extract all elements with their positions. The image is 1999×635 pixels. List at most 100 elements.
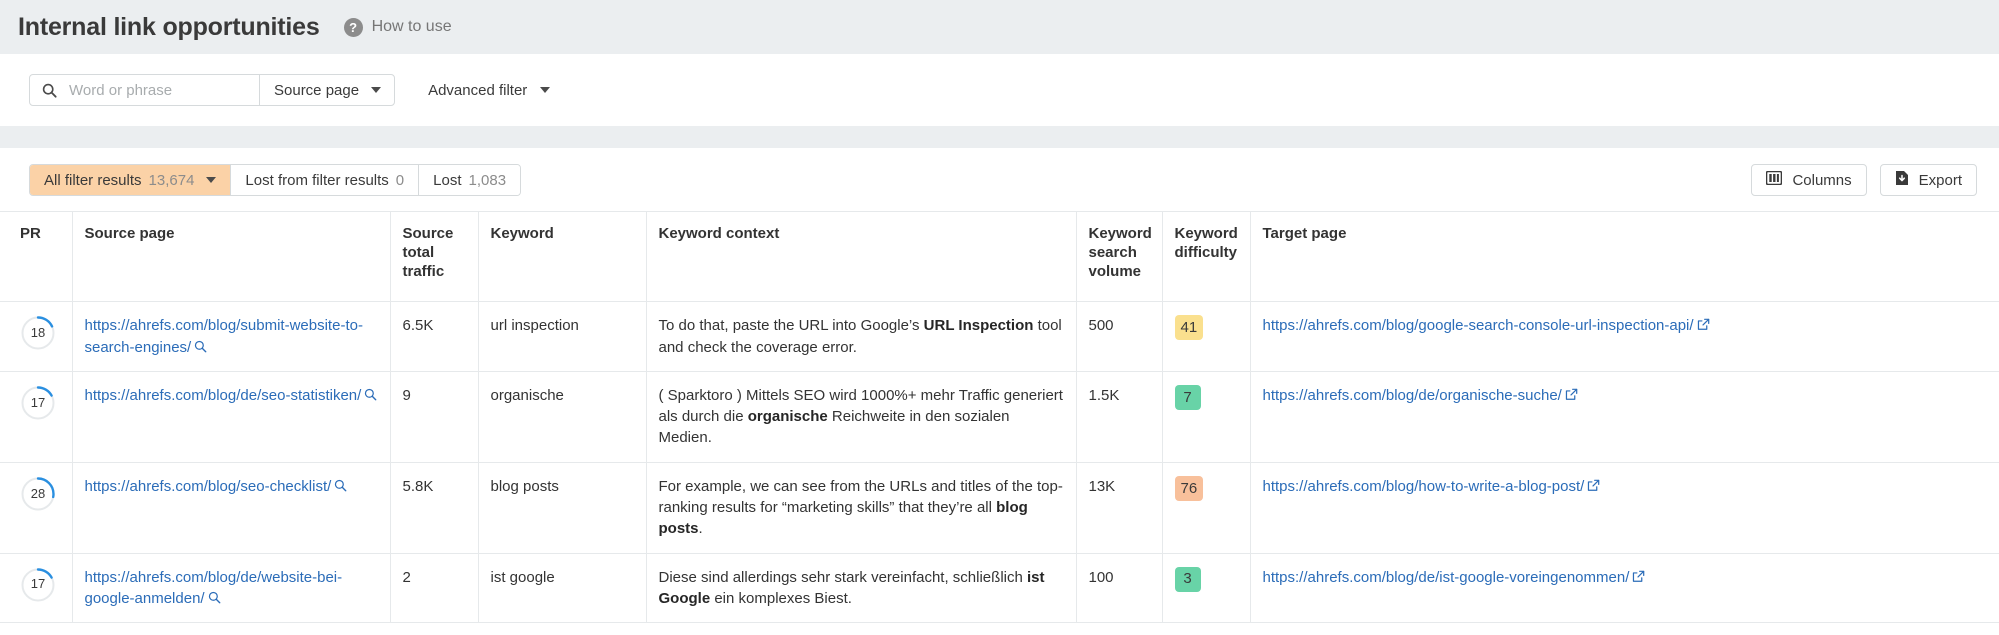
- internal-link-opportunities-table: PR Source page Source total traffic Keyw…: [0, 211, 1999, 623]
- pill-lost-from-filter-results-count: 0: [396, 172, 404, 189]
- how-to-use-label: How to use: [372, 18, 452, 36]
- search-group: Source page: [29, 74, 395, 106]
- cell-target-page: https://ahrefs.com/blog/de/ist-google-vo…: [1250, 553, 1999, 623]
- column-header-target-page[interactable]: Target page: [1250, 212, 1999, 302]
- columns-button-label: Columns: [1792, 172, 1851, 189]
- section-divider: [0, 126, 1999, 148]
- page-header: Internal link opportunities ? How to use: [0, 0, 1999, 54]
- cell-keyword-context: ( Sparktoro ) Mittels SEO wird 1000%+ me…: [646, 371, 1076, 462]
- pill-lost-count: 1,083: [469, 172, 507, 189]
- keyword-context-highlight: URL Inspection: [924, 317, 1034, 334]
- chevron-down-icon: [540, 87, 550, 93]
- chevron-down-icon: [371, 87, 381, 93]
- search-input[interactable]: [67, 81, 249, 100]
- advanced-filter-dropdown[interactable]: Advanced filter: [428, 82, 550, 99]
- cell-source-page: https://ahrefs.com/blog/de/website-bei-g…: [72, 553, 390, 623]
- keyword-difficulty-badge: 7: [1175, 385, 1201, 410]
- column-header-keyword-context[interactable]: Keyword context: [646, 212, 1076, 302]
- keyword-context-highlight: ist Google: [659, 569, 1045, 607]
- cell-keyword-search-volume: 100: [1076, 553, 1162, 623]
- cell-source-total-traffic: 5.8K: [390, 462, 478, 553]
- cell-pr: 28: [0, 462, 72, 553]
- external-link-icon[interactable]: [1584, 478, 1600, 495]
- pill-lost-label: Lost: [433, 172, 461, 189]
- filter-bar: Source page Advanced filter: [0, 54, 1999, 126]
- target-page-link[interactable]: https://ahrefs.com/blog/de/ist-google-vo…: [1263, 569, 1630, 586]
- table-body: 18 https://ahrefs.com/blog/submit-website…: [0, 302, 1999, 623]
- cell-pr: 18: [0, 302, 72, 372]
- page-rating-value: 28: [20, 476, 56, 512]
- external-link-icon[interactable]: [1562, 387, 1578, 404]
- cell-keyword-context: Diese sind allerdings sehr stark vereinf…: [646, 553, 1076, 623]
- table-row: 18 https://ahrefs.com/blog/submit-website…: [0, 302, 1999, 372]
- source-page-link[interactable]: https://ahrefs.com/blog/seo-checklist/: [85, 478, 332, 495]
- export-button-label: Export: [1919, 172, 1962, 189]
- source-page-search-icon[interactable]: [361, 387, 377, 404]
- source-page-dropdown-label: Source page: [274, 82, 359, 99]
- search-icon: [42, 83, 57, 98]
- cell-source-total-traffic: 9: [390, 371, 478, 462]
- source-page-link[interactable]: https://ahrefs.com/blog/submit-website-t…: [85, 317, 363, 355]
- keyword-difficulty-badge: 76: [1175, 476, 1204, 501]
- cell-keyword-difficulty: 41: [1162, 302, 1250, 372]
- source-page-search-icon[interactable]: [331, 478, 347, 495]
- external-link-icon[interactable]: [1694, 317, 1710, 334]
- cell-source-total-traffic: 2: [390, 553, 478, 623]
- pill-lost[interactable]: Lost 1,083: [418, 165, 520, 195]
- source-page-search-icon[interactable]: [205, 590, 221, 607]
- cell-source-page: https://ahrefs.com/blog/de/seo-statistik…: [72, 371, 390, 462]
- toolbar-actions: Columns Export: [1751, 164, 1977, 196]
- search-field[interactable]: [30, 75, 259, 105]
- column-header-keyword-search-volume[interactable]: Keyword search volume: [1076, 212, 1162, 302]
- keyword-difficulty-badge: 3: [1175, 567, 1201, 592]
- cell-keyword-search-volume: 500: [1076, 302, 1162, 372]
- cell-target-page: https://ahrefs.com/blog/google-search-co…: [1250, 302, 1999, 372]
- page-rating-donut: 17: [20, 567, 56, 603]
- pill-lost-from-filter-results[interactable]: Lost from filter results 0: [230, 165, 418, 195]
- cell-source-total-traffic: 6.5K: [390, 302, 478, 372]
- cell-keyword: url inspection: [478, 302, 646, 372]
- cell-pr: 17: [0, 371, 72, 462]
- question-mark-circle-icon: ?: [344, 18, 363, 37]
- table-row: 17 https://ahrefs.com/blog/de/seo-statist…: [0, 371, 1999, 462]
- pill-lost-from-filter-results-label: Lost from filter results: [245, 172, 388, 189]
- advanced-filter-label: Advanced filter: [428, 82, 527, 99]
- target-page-link[interactable]: https://ahrefs.com/blog/de/organische-su…: [1263, 387, 1562, 404]
- cell-target-page: https://ahrefs.com/blog/how-to-write-a-b…: [1250, 462, 1999, 553]
- table-header-row: PR Source page Source total traffic Keyw…: [0, 212, 1999, 302]
- cell-source-page: https://ahrefs.com/blog/seo-checklist/: [72, 462, 390, 553]
- download-file-icon: [1895, 170, 1909, 190]
- page-rating-donut: 18: [20, 315, 56, 351]
- pill-all-filter-results-count: 13,674: [149, 172, 195, 189]
- page-rating-value: 17: [20, 567, 56, 603]
- source-page-link[interactable]: https://ahrefs.com/blog/de/seo-statistik…: [85, 387, 362, 404]
- column-header-source-page[interactable]: Source page: [72, 212, 390, 302]
- cell-keyword-context: For example, we can see from the URLs an…: [646, 462, 1076, 553]
- source-page-dropdown[interactable]: Source page: [259, 75, 394, 105]
- source-page-search-icon[interactable]: [191, 339, 207, 356]
- target-page-link[interactable]: https://ahrefs.com/blog/how-to-write-a-b…: [1263, 478, 1585, 495]
- external-link-icon[interactable]: [1629, 569, 1645, 586]
- pill-all-filter-results[interactable]: All filter results 13,674: [30, 165, 230, 195]
- target-page-link[interactable]: https://ahrefs.com/blog/google-search-co…: [1263, 317, 1694, 334]
- cell-keyword: blog posts: [478, 462, 646, 553]
- cell-keyword-difficulty: 76: [1162, 462, 1250, 553]
- cell-keyword-search-volume: 1.5K: [1076, 371, 1162, 462]
- cell-source-page: https://ahrefs.com/blog/submit-website-t…: [72, 302, 390, 372]
- filter-results-pill-group: All filter results 13,674 Lost from filt…: [29, 164, 521, 196]
- page-rating-donut: 17: [20, 385, 56, 421]
- columns-button[interactable]: Columns: [1751, 164, 1866, 196]
- table-row: 28 https://ahrefs.com/blog/seo-checklist/…: [0, 462, 1999, 553]
- chevron-down-icon: [206, 177, 216, 183]
- how-to-use-link[interactable]: ? How to use: [344, 18, 452, 37]
- export-button[interactable]: Export: [1880, 164, 1977, 196]
- column-header-keyword-difficulty[interactable]: Keyword difficulty: [1162, 212, 1250, 302]
- pill-all-filter-results-label: All filter results: [44, 172, 142, 189]
- column-header-pr[interactable]: PR: [0, 212, 72, 302]
- keyword-context-highlight: blog posts: [659, 499, 1028, 537]
- cell-keyword-difficulty: 7: [1162, 371, 1250, 462]
- column-header-keyword[interactable]: Keyword: [478, 212, 646, 302]
- cell-keyword: organische: [478, 371, 646, 462]
- column-header-source-total-traffic[interactable]: Source total traffic: [390, 212, 478, 302]
- results-toolbar: All filter results 13,674 Lost from filt…: [0, 148, 1999, 211]
